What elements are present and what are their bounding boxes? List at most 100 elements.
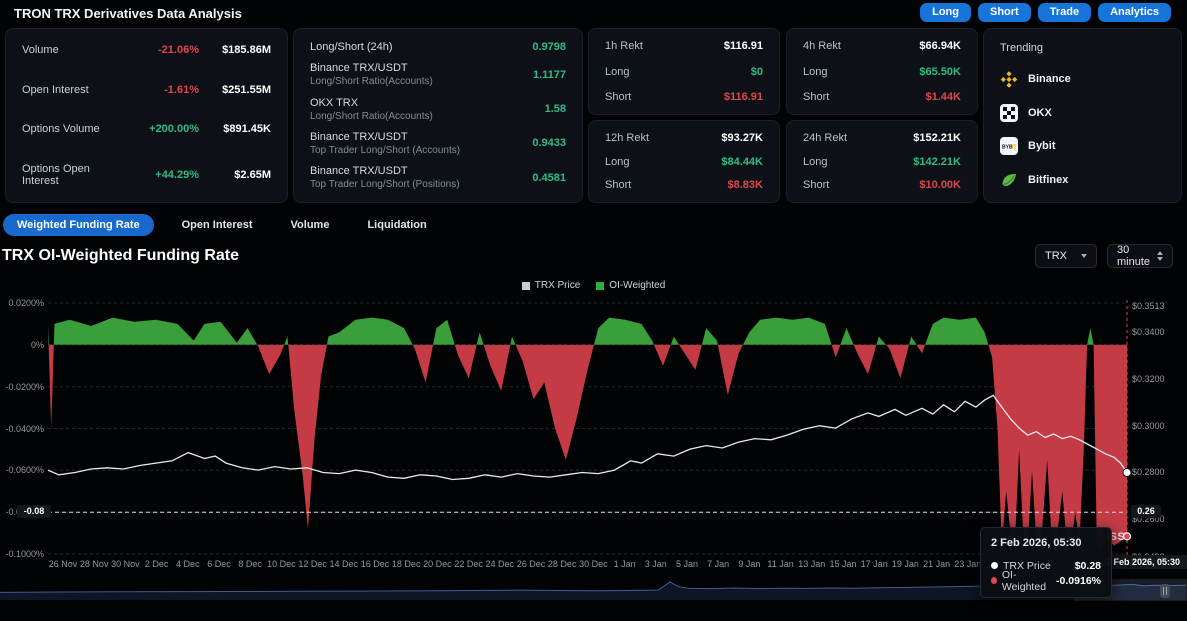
rekt-short-value: $1.44K — [926, 91, 961, 103]
ratio-subtitle: Long/Short Ratio(Accounts) — [310, 76, 506, 87]
right-axis-tick: $0.3513 — [1132, 301, 1184, 311]
rekt-long-label: Long — [803, 66, 919, 78]
rekt-card-12h: 12h Rekt$93.27K Long$84.44K Short$8.83K — [588, 120, 780, 203]
rekt-total: $116.91 — [724, 40, 763, 52]
funding-area-positive — [48, 318, 1127, 550]
stat-value: $891.45K — [199, 123, 271, 135]
trending-item-binance[interactable]: Binance — [1000, 70, 1165, 88]
x-axis-tick: 10 Dec — [261, 559, 301, 569]
trending-item-label: OKX — [1028, 107, 1052, 119]
ratio-title: OKX TRX — [310, 97, 506, 109]
legend-swatch — [522, 282, 530, 290]
ratio-row: Binance TRX/USDT Top Trader Long/Short (… — [310, 131, 566, 156]
rekt-title: 24h Rekt — [803, 132, 913, 144]
legend-swatch — [596, 282, 604, 290]
okx-icon — [1000, 104, 1018, 122]
trade-button[interactable]: Trade — [1038, 3, 1091, 22]
tooltip-row-oi-weighted: OI-Weighted -0.0916% — [991, 573, 1101, 588]
header-buttons: Long Short Trade Analytics — [920, 3, 1171, 22]
symbol-select[interactable]: TRX — [1035, 244, 1097, 268]
ratio-value: 0.4581 — [506, 172, 566, 184]
price-line — [48, 395, 1127, 479]
x-axis-tick: 18 Dec — [386, 559, 426, 569]
interval-select[interactable]: 30 minute — [1107, 244, 1173, 268]
rekt-long-label: Long — [803, 156, 913, 168]
left-axis-tick: -0.0400% — [0, 424, 44, 434]
trending-item-bitfinex[interactable]: Bitfinex — [1000, 171, 1165, 189]
tab-open-interest[interactable]: Open Interest — [172, 214, 263, 236]
rekt-total: $152.21K — [913, 132, 961, 144]
x-axis-tick: 11 Jan — [761, 559, 801, 569]
navigator-handle[interactable] — [1160, 584, 1170, 598]
tab-weighted-funding-rate[interactable]: Weighted Funding Rate — [3, 214, 154, 236]
chevron-down-icon — [1081, 254, 1087, 258]
left-axis-tick: -0.1000% — [0, 549, 44, 559]
rekt-title: 4h Rekt — [803, 40, 919, 52]
ratio-row: OKX TRX Long/Short Ratio(Accounts) 1.58 — [310, 97, 566, 122]
svg-text:IT: IT — [1012, 145, 1016, 151]
rekt-card-1h: 1h Rekt$116.91 Long$0 Short$116.91 — [588, 28, 780, 115]
trending-item-bybit[interactable]: BYB IT Bybit — [1000, 137, 1165, 155]
tab-volume[interactable]: Volume — [281, 214, 340, 236]
x-axis-tick: 5 Jan — [667, 559, 707, 569]
x-axis-tick: 26 Nov — [43, 559, 83, 569]
stat-label: Volume — [22, 44, 121, 56]
trending-item-label: Bybit — [1028, 140, 1056, 152]
tooltip-label: OI-Weighted — [1002, 569, 1051, 593]
rekt-short-value: $10.00K — [919, 179, 961, 191]
x-axis-tick: 6 Dec — [199, 559, 239, 569]
ratio-subtitle: Long/Short Ratio(Accounts) — [310, 111, 506, 122]
section-title: TRX OI-Weighted Funding Rate — [2, 247, 239, 265]
binance-icon — [1000, 70, 1018, 88]
x-axis-tick: 16 Dec — [355, 559, 395, 569]
rekt-total: $66.94K — [919, 40, 961, 52]
x-axis-tick: 24 Dec — [480, 559, 520, 569]
spinner-icon — [1157, 251, 1163, 261]
trending-title: Trending — [1000, 42, 1165, 54]
ratio-title: Binance TRX/USDT — [310, 165, 506, 177]
x-axis-tick: 17 Jan — [854, 559, 894, 569]
rekt-title: 1h Rekt — [605, 40, 724, 52]
right-axis-flag: 0.26 — [1131, 505, 1161, 518]
chart-tabs: Weighted Funding Rate Open Interest Volu… — [3, 214, 437, 236]
x-axis-tick: 3 Jan — [636, 559, 676, 569]
short-button[interactable]: Short — [978, 3, 1031, 22]
legend-label: TRX Price — [535, 280, 581, 291]
trending-panel: Trending Binance OKX BYB — [983, 28, 1182, 203]
trending-item-okx[interactable]: OKX — [1000, 104, 1165, 122]
stat-value: $185.86M — [199, 44, 271, 56]
stat-label: Options Volume — [22, 123, 121, 135]
long-button[interactable]: Long — [920, 3, 971, 22]
legend-oi-weighted[interactable]: OI-Weighted — [596, 280, 665, 291]
right-axis-tick: $0.2800 — [1132, 467, 1184, 477]
rekt-short-value: $8.83K — [728, 179, 763, 191]
stat-row-options-volume: Options Volume +200.00% $891.45K — [22, 123, 271, 135]
stat-row-options-open-interest: Options Open Interest +44.29% $2.65M — [22, 163, 271, 187]
x-axis-tick: 15 Jan — [823, 559, 863, 569]
x-axis-tick: 4 Dec — [168, 559, 208, 569]
funding-area-negative — [48, 318, 1127, 550]
ratio-value: 1.58 — [506, 103, 566, 115]
rekt-short-label: Short — [803, 179, 919, 191]
rekt-long-value: $142.21K — [913, 156, 961, 168]
right-axis-tick: $0.3000 — [1132, 421, 1184, 431]
tab-liquidation[interactable]: Liquidation — [357, 214, 436, 236]
left-axis-tick: -0.0200% — [0, 382, 44, 392]
tooltip-timestamp: 2 Feb 2026, 05:30 — [991, 537, 1101, 549]
white-dot-icon — [991, 562, 998, 569]
stat-value: $2.65M — [199, 169, 271, 181]
left-axis-tick: 0.0200% — [0, 298, 44, 308]
legend-trx-price[interactable]: TRX Price — [522, 280, 581, 291]
rekt-short-value: $116.91 — [724, 91, 763, 103]
x-axis-tick: 12 Dec — [293, 559, 333, 569]
analytics-button[interactable]: Analytics — [1098, 3, 1171, 22]
x-axis-tick: 7 Jan — [698, 559, 738, 569]
x-axis-tick: 2 Dec — [137, 559, 177, 569]
x-axis-tick: 13 Jan — [792, 559, 832, 569]
x-axis-tick: 8 Dec — [230, 559, 270, 569]
x-axis-tick: 19 Jan — [885, 559, 925, 569]
rekt-long-label: Long — [605, 66, 751, 78]
stat-change: +200.00% — [121, 123, 199, 135]
ratio-title: Binance TRX/USDT — [310, 131, 506, 143]
market-stats-panel: Volume -21.06% $185.86M Open Interest -1… — [5, 28, 288, 203]
